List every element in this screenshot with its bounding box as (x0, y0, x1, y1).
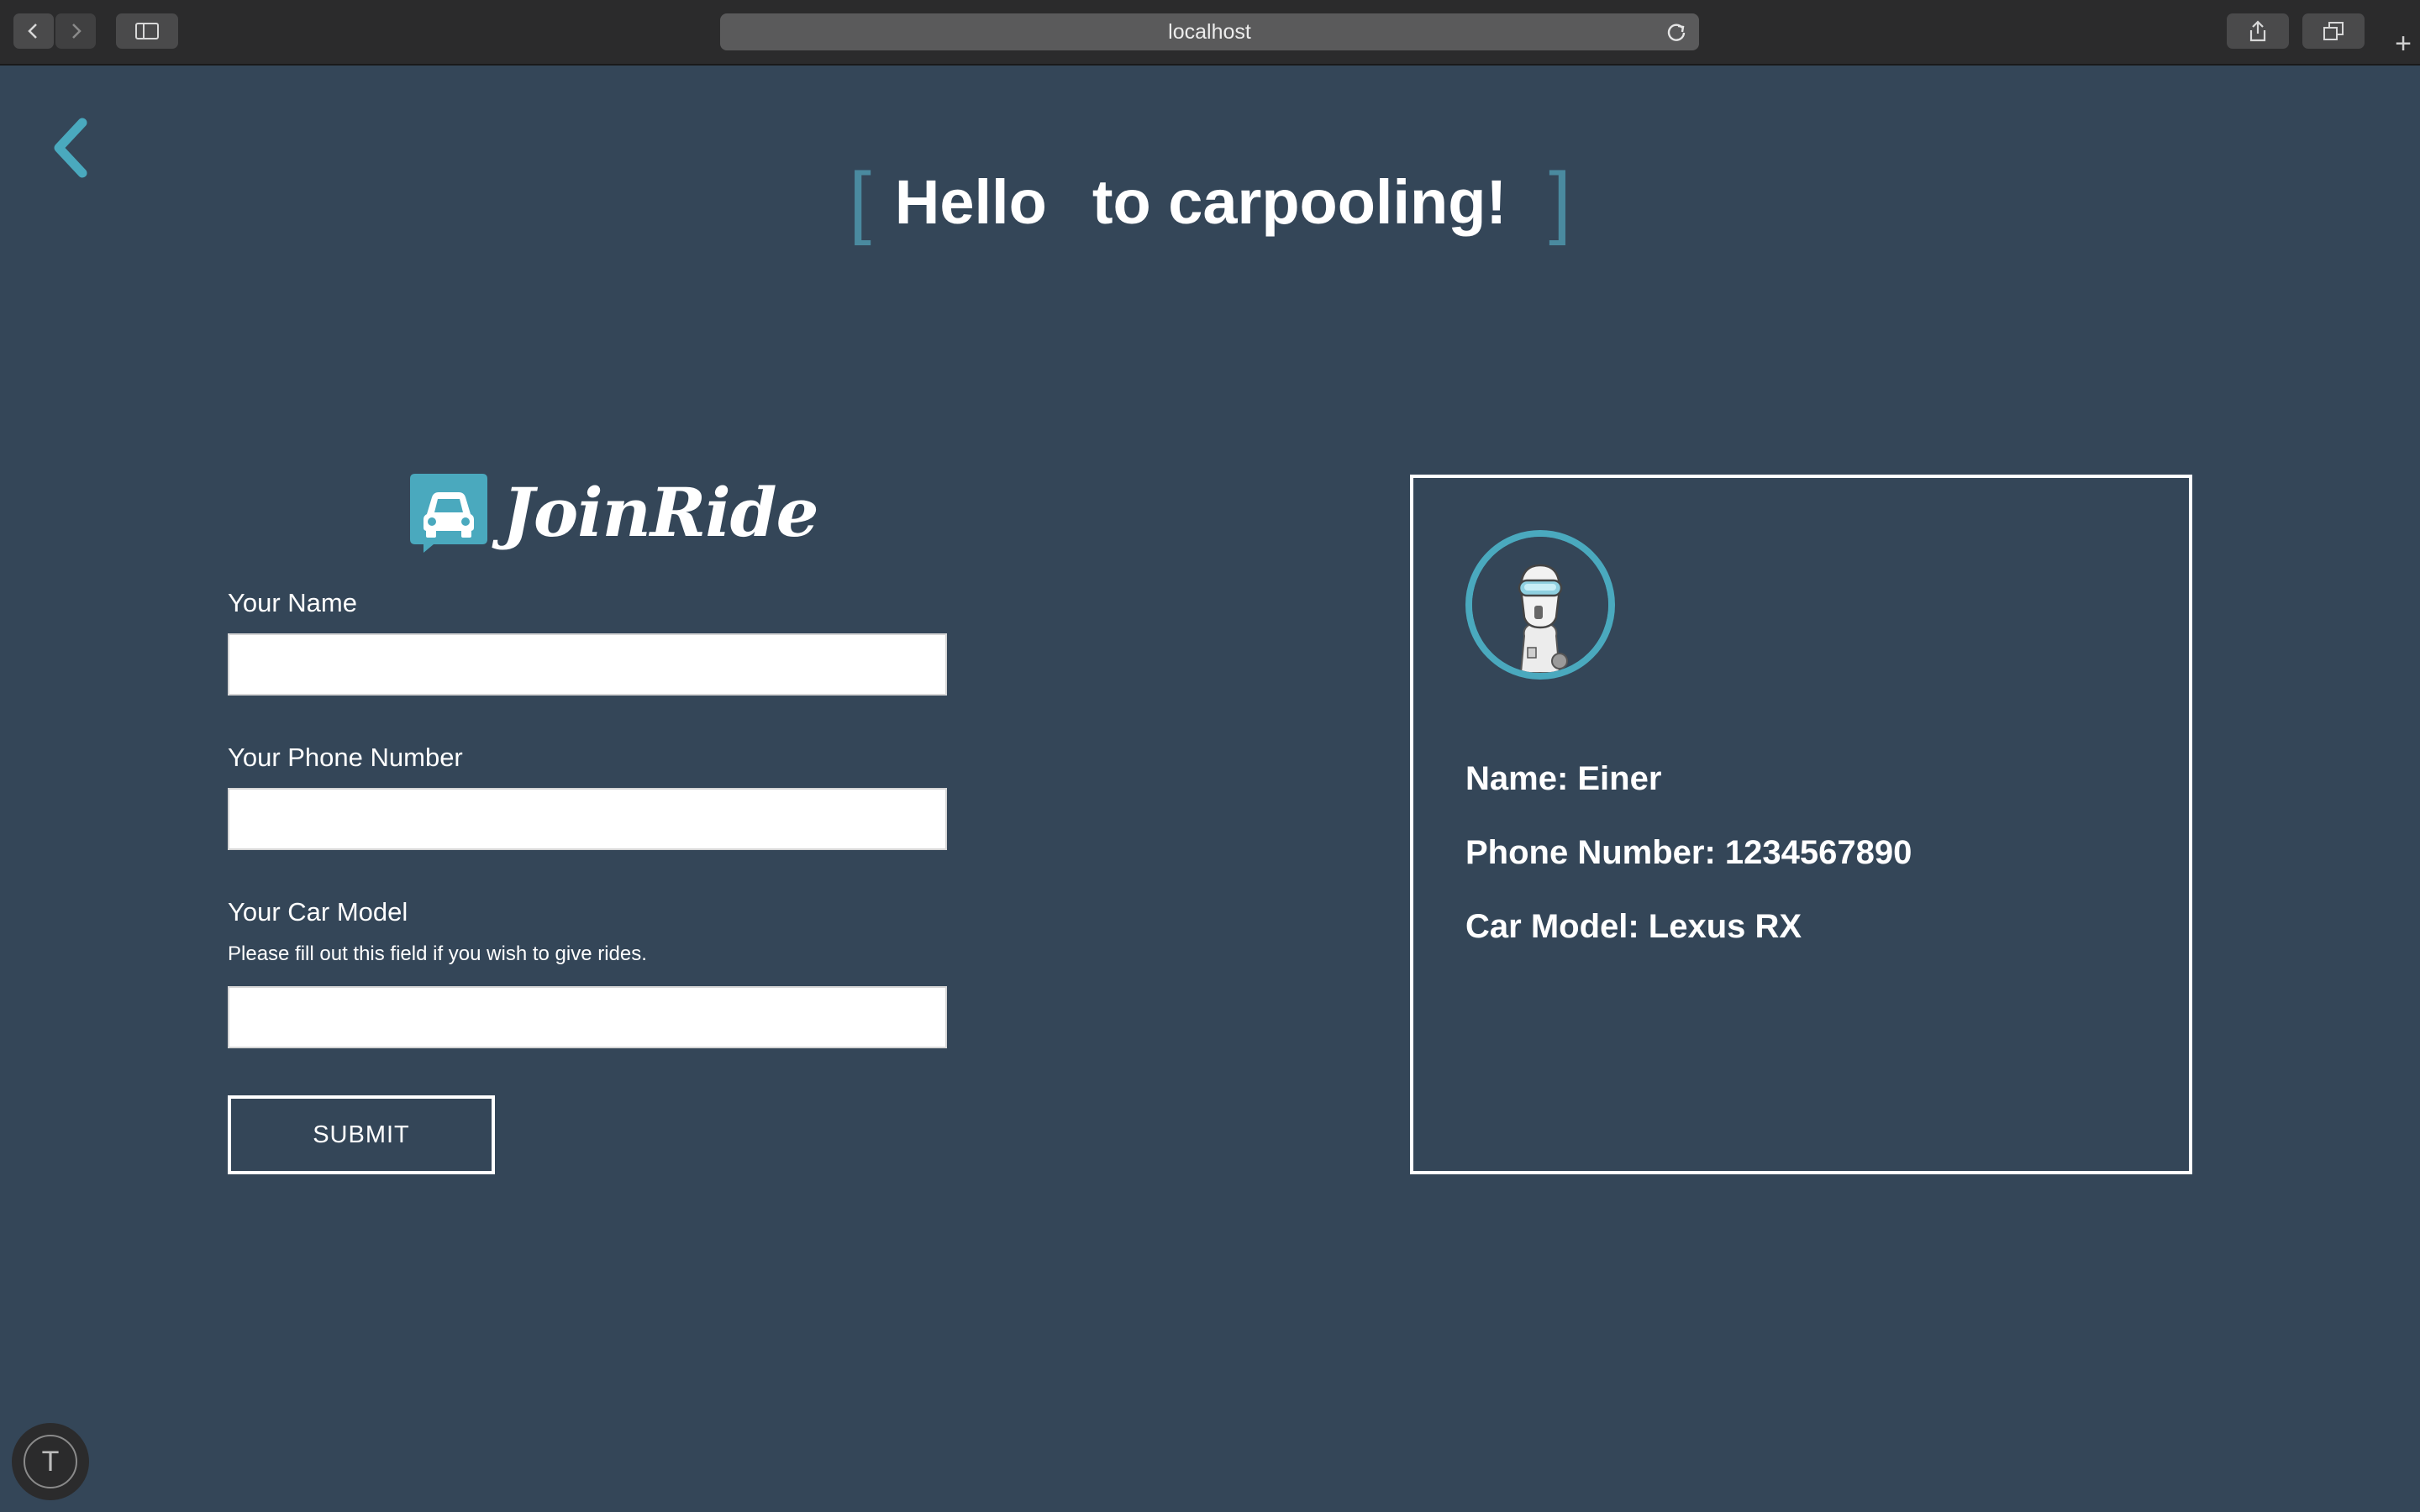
profile-card: Name: Einer Phone Number: 1234567890 Car… (1410, 475, 2192, 1174)
profile-phone: Phone Number: 1234567890 (1465, 834, 1912, 871)
sidebar-toggle-button[interactable] (116, 13, 178, 49)
car-field-group: Your Car Model Please fill out this fiel… (228, 897, 950, 1048)
share-button[interactable] (2227, 13, 2289, 49)
widget-icon: T (24, 1435, 77, 1488)
floating-widget-button[interactable]: T (12, 1423, 89, 1500)
name-field-group: Your Name (228, 588, 950, 696)
browser-forward-button[interactable] (55, 13, 96, 49)
joinride-logo: JoinRide (408, 470, 818, 554)
chevron-right-icon (72, 24, 82, 39)
new-tab-button[interactable]: + (2386, 24, 2420, 64)
profile-car: Car Model: Lexus RX (1465, 908, 1802, 945)
car-chat-icon (410, 474, 487, 553)
car-hint: Please fill out this field if you wish t… (228, 942, 647, 965)
right-bracket: ] (1549, 156, 1571, 246)
sidebar-icon (135, 23, 159, 39)
car-label: Your Car Model (228, 897, 408, 927)
tabs-overview-button[interactable] (2302, 13, 2365, 49)
phone-field-group: Your Phone Number (228, 743, 950, 850)
page-title: [ Hello to carpooling! ] (0, 155, 2420, 248)
phone-label: Your Phone Number (228, 743, 463, 772)
name-input[interactable] (228, 633, 947, 696)
tagline-word: to carpooling! (1092, 166, 1507, 237)
chevron-left-icon (28, 24, 37, 39)
submit-button[interactable]: SUBMIT (228, 1095, 495, 1174)
url-text: localhost (1168, 19, 1251, 44)
share-icon (2249, 20, 2266, 42)
profile-name: Name: Einer (1465, 760, 1662, 797)
avatar (1465, 530, 1615, 680)
address-bar[interactable]: localhost (720, 13, 1699, 50)
left-bracket: [ (849, 156, 871, 246)
reload-icon[interactable] (1665, 21, 1687, 43)
name-label: Your Name (228, 588, 357, 617)
browser-toolbar: localhost + (0, 0, 2420, 66)
car-input[interactable] (228, 986, 947, 1048)
robot-avatar-icon (1472, 537, 1608, 673)
brand-name: JoinRide (502, 473, 818, 552)
tabs-icon (2323, 22, 2344, 40)
hello-word: Hello (894, 166, 1047, 237)
phone-input[interactable] (228, 788, 947, 850)
browser-back-button[interactable] (13, 13, 54, 49)
